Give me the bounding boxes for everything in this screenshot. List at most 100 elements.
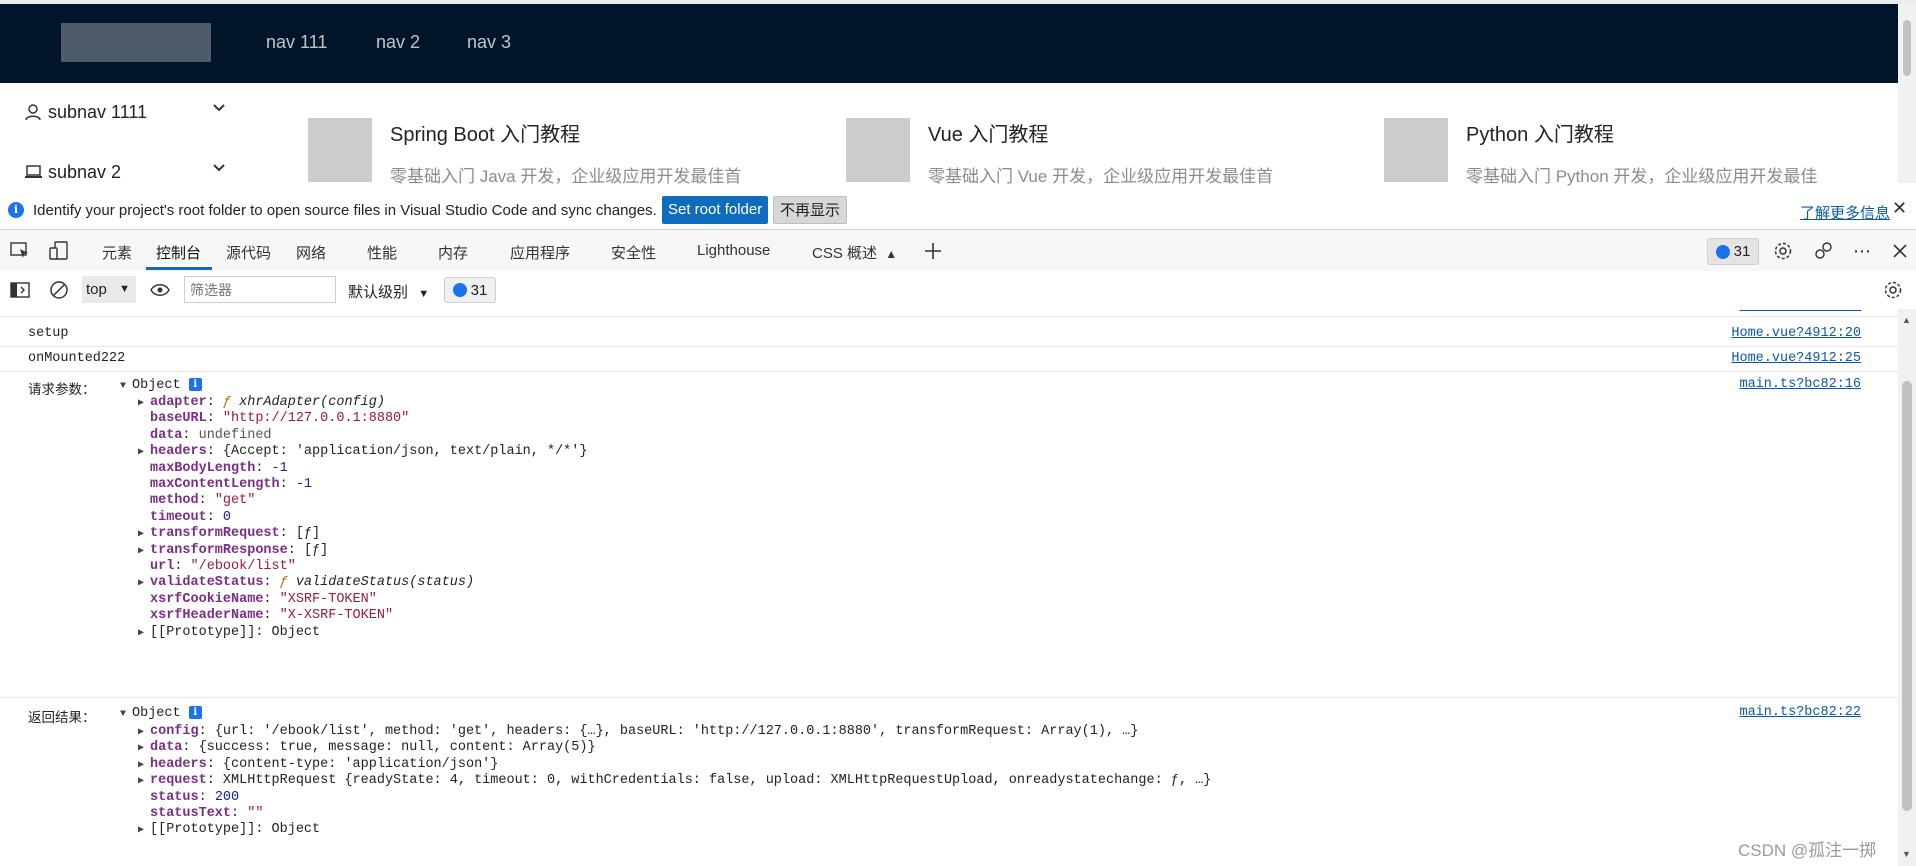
source-link[interactable]: main.ts?bc82:22	[1739, 705, 1861, 720]
property-value: "XSRF-TOKEN"	[279, 591, 377, 607]
tab-security[interactable]: 安全性	[611, 242, 656, 263]
property-key: statusText	[150, 806, 232, 821]
property-value: undefined	[198, 427, 272, 443]
learn-more-link[interactable]: 了解更多信息	[1800, 202, 1890, 223]
property-value: {url: '/ebook/list', method: 'get', head…	[214, 724, 1139, 739]
scroll-down-icon[interactable]: ▼	[1902, 849, 1911, 859]
sidebar-toggle-icon[interactable]	[10, 280, 30, 300]
console-scrollbar-thumb[interactable]	[1902, 381, 1912, 811]
property-colon: :	[287, 542, 304, 558]
page-scrollbar-thumb[interactable]	[1903, 20, 1911, 76]
tab-sources[interactable]: 源代码	[226, 242, 271, 263]
property-value: [ƒ]	[295, 526, 321, 542]
close-icon[interactable]: ✕	[1892, 198, 1907, 219]
object-property[interactable]: ▶ validateStatus: ƒ validateStatus(status…	[138, 575, 474, 590]
object-property[interactable]: ▶ request: XMLHttpRequest {readyState: 4,…	[138, 773, 1211, 788]
property-value: ""	[247, 806, 264, 821]
property-key: baseURL	[150, 411, 207, 427]
site-logo[interactable]	[61, 23, 211, 62]
ebook-title[interactable]: Spring Boot 入门教程	[390, 118, 580, 147]
nav-item-2[interactable]: nav 2	[376, 32, 420, 53]
object-info-icon: i	[188, 378, 202, 391]
clear-console-icon[interactable]	[49, 280, 69, 300]
user-settings-icon[interactable]	[1813, 241, 1833, 261]
console-messages-count: 31	[470, 281, 488, 299]
nav-item-3[interactable]: nav 3	[467, 32, 511, 53]
devtools-infobar: i Identify your project's root folder to…	[0, 193, 1916, 228]
context-select[interactable]: top ▼	[82, 276, 136, 303]
object-property[interactable]: ▶ headers: {content-type: 'application/js…	[138, 757, 498, 772]
property-colon: :	[255, 460, 272, 476]
site-header: nav 111 nav 2 nav 3	[0, 4, 1898, 83]
source-link[interactable]: main.ts?bc82:16	[1739, 377, 1861, 392]
tab-lighthouse[interactable]: Lighthouse	[697, 242, 770, 259]
set-root-folder-button[interactable]: Set root folder	[662, 196, 769, 224]
device-emulation-icon[interactable]	[49, 241, 69, 261]
ebook-title[interactable]: Python 入门教程	[1466, 118, 1614, 147]
page-scrollbar[interactable]	[1898, 4, 1916, 183]
object-property: baseURL: "http://127.0.0.1:8880"	[138, 411, 409, 426]
add-tab-icon[interactable]	[923, 241, 943, 261]
dont-show-again-button[interactable]: 不再显示	[773, 196, 848, 224]
object-info-icon: i	[188, 706, 202, 719]
object-property: maxContentLength: -1	[138, 477, 312, 492]
source-link[interactable]: main.ts?bc82:10	[1739, 309, 1861, 314]
property-colon: :	[255, 624, 272, 640]
property-colon: :	[182, 740, 199, 756]
property-key: method	[150, 493, 199, 509]
chevron-down-icon[interactable]	[212, 160, 226, 179]
ebook-title[interactable]: Vue 入门教程	[928, 118, 1048, 147]
eye-icon[interactable]	[150, 280, 170, 300]
message-icon	[1715, 244, 1730, 259]
object-property: url: "/ebook/list"	[138, 559, 296, 574]
property-value: {content-type: 'application/json'}	[222, 756, 499, 772]
message-icon	[452, 283, 467, 297]
more-options-icon[interactable]: ⋯	[1852, 241, 1872, 261]
property-value: "/ebook/list"	[190, 559, 296, 574]
console-scrollbar[interactable]: ▲ ▼	[1898, 309, 1916, 866]
object-property[interactable]: ▶ [[Prototype]]: Object	[138, 822, 320, 837]
subnav-item-1[interactable]: subnav 1111	[24, 102, 147, 123]
object-property[interactable]: ▶ headers: {Accept: 'application/json, te…	[138, 444, 587, 459]
log-level-value: 默认级别	[348, 284, 409, 301]
gear-icon[interactable]	[1773, 241, 1793, 261]
tab-css-overview[interactable]: CSS 概述 ▲	[812, 242, 897, 263]
object-property[interactable]: ▶ config: {url: '/ebook/list', method: 'g…	[138, 724, 1138, 739]
object-property: statusText: ""	[138, 806, 263, 821]
nav-item-1[interactable]: nav 111	[266, 32, 327, 53]
object-toggle[interactable]: ▼ Object i	[120, 706, 202, 721]
inspect-element-icon[interactable]	[10, 241, 30, 261]
tab-application[interactable]: 应用程序	[510, 242, 570, 263]
source-link[interactable]: Home.vue?4912:25	[1731, 351, 1861, 366]
console-messages-badge[interactable]: 31	[444, 277, 496, 303]
tab-performance[interactable]: 性能	[367, 242, 397, 263]
object-property[interactable]: ▶ adapter: ƒ xhrAdapter(config)	[138, 395, 385, 410]
tab-console[interactable]: 控制台	[156, 242, 201, 263]
tab-elements[interactable]: 元素	[102, 242, 132, 263]
object-property[interactable]: ▶ [[Prototype]]: Object	[138, 625, 320, 640]
property-key: data	[150, 740, 183, 756]
source-link[interactable]: Home.vue?4912:20	[1731, 326, 1861, 341]
close-devtools-icon[interactable]	[1890, 241, 1910, 261]
object-property[interactable]: ▶ transformResponse: [ƒ]	[138, 543, 328, 558]
property-value: Object	[271, 624, 321, 640]
ebook-cover	[308, 118, 372, 182]
property-value: 0	[222, 509, 232, 525]
subnav-item-2[interactable]: subnav 2	[24, 162, 121, 183]
context-value: top	[86, 281, 107, 298]
scroll-up-icon[interactable]: ▲	[1902, 315, 1911, 325]
filter-input[interactable]	[184, 276, 336, 303]
issues-badge[interactable]: 31	[1707, 238, 1759, 265]
dropdown-arrow-icon: ▼	[418, 288, 430, 300]
message-text: setup	[28, 326, 69, 341]
object-property[interactable]: ▶ data: {success: true, message: null, co…	[138, 740, 596, 755]
tab-network[interactable]: 网络	[296, 242, 326, 263]
object-property[interactable]: ▶ transformRequest: [ƒ]	[138, 526, 320, 541]
log-level-select[interactable]: 默认级别 ▼	[348, 281, 429, 302]
console-gear-icon[interactable]	[1883, 280, 1903, 300]
tab-memory[interactable]: 内存	[438, 242, 468, 263]
property-value: "http://127.0.0.1:8880"	[222, 411, 410, 427]
chevron-down-icon[interactable]	[212, 100, 226, 119]
property-colon: :	[263, 608, 280, 624]
object-toggle[interactable]: ▼ Object i	[120, 378, 202, 393]
